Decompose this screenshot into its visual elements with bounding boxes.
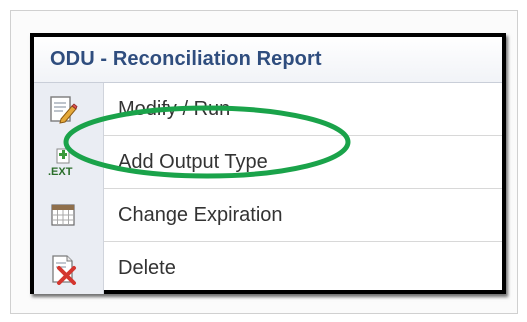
context-menu: ODU - Reconciliation Report Modify / Run xyxy=(30,33,506,294)
menu-item-label: Delete xyxy=(118,257,176,279)
menu-header: ODU - Reconciliation Report xyxy=(34,37,502,83)
menu-item-add-output-type[interactable]: .EXT Add Output Type xyxy=(34,136,502,189)
calendar-icon xyxy=(48,200,78,232)
menu-item-label: Modify / Run xyxy=(118,98,231,120)
menu-item-label: Add Output Type xyxy=(118,151,268,173)
delete-icon xyxy=(48,253,78,285)
ext-label: .EXT xyxy=(48,166,73,178)
add-output-type-icon: .EXT xyxy=(48,147,78,179)
menu-body: Modify / Run .EXT Add Output Type Change… xyxy=(34,83,502,295)
menu-item-delete[interactable]: Delete xyxy=(34,242,502,295)
menu-item-change-expiration[interactable]: Change Expiration xyxy=(34,189,502,242)
menu-item-label: Change Expiration xyxy=(118,204,283,226)
menu-item-modify-run[interactable]: Modify / Run xyxy=(34,83,502,136)
menu-title: ODU - Reconciliation Report xyxy=(50,48,322,70)
modify-run-icon xyxy=(48,94,78,126)
